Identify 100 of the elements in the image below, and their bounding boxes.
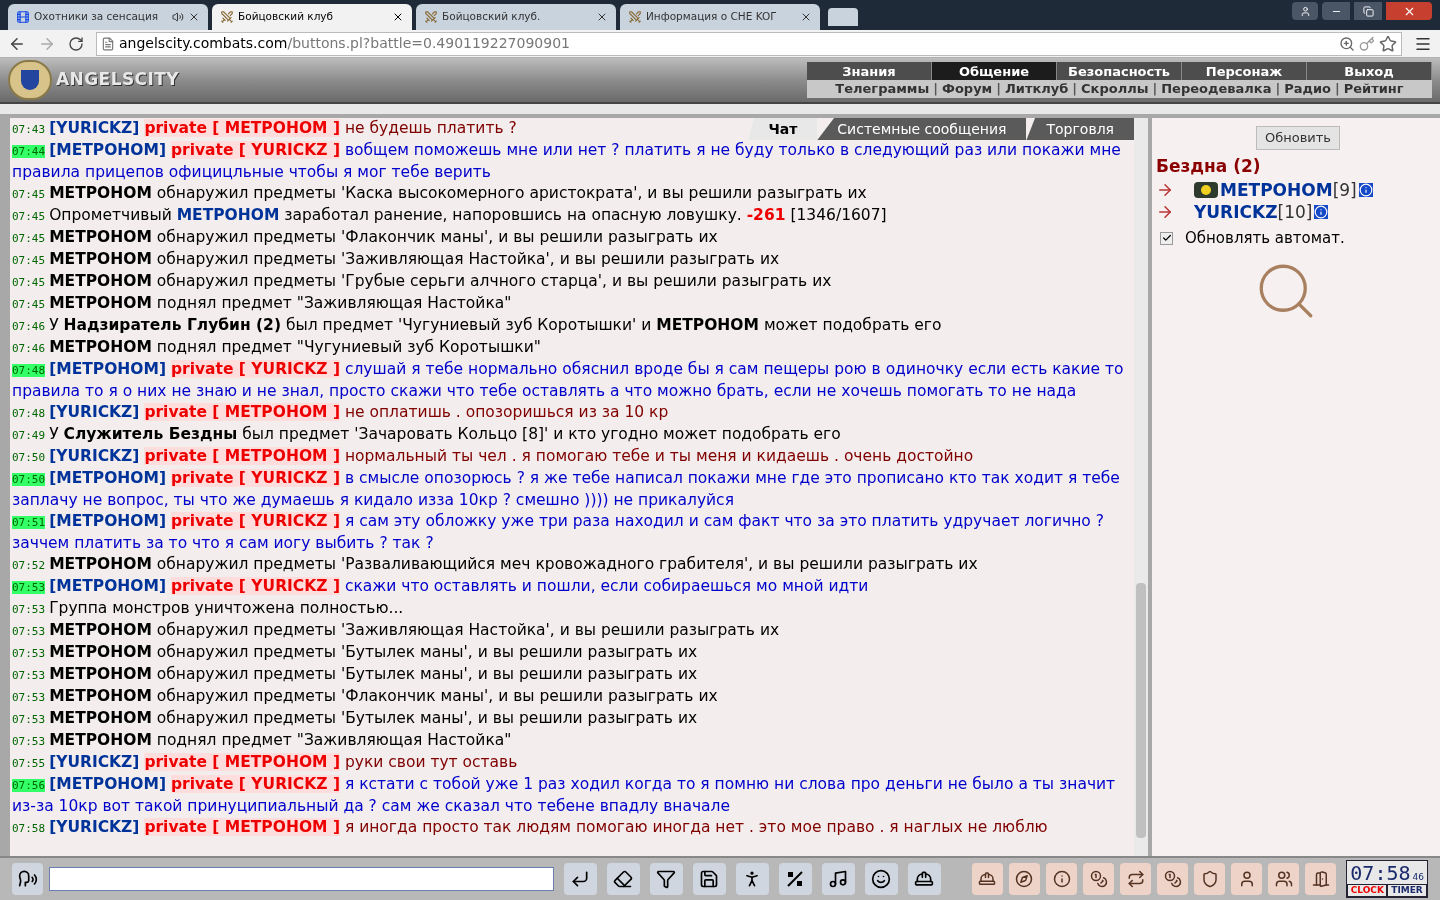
site-logo: ANGELSCITY — [56, 68, 179, 92]
swords-icon — [220, 10, 234, 24]
exit-door-icon[interactable] — [1305, 863, 1337, 895]
system-message: 07:53 METPOHOM обнаружил предметы 'Бутылек маны', и вы решили разыграть их — [12, 664, 699, 685]
separator: | — [996, 80, 1001, 99]
browser-tab[interactable]: Бойцовский клуб — [212, 4, 412, 30]
submenu-link[interactable]: Радио — [1284, 79, 1331, 99]
close-icon[interactable] — [800, 11, 812, 23]
coins-icon[interactable] — [1083, 863, 1115, 895]
smile-icon[interactable] — [864, 863, 898, 895]
close-icon[interactable] — [596, 11, 608, 23]
clock-time: 07:58 — [1350, 862, 1411, 884]
browser-tab[interactable]: Информация о CHE KOГ — [620, 4, 820, 30]
swords-icon — [424, 10, 438, 24]
browser-tab[interactable]: Бойцовский клуб. — [416, 4, 616, 30]
chat-message: 07:55 [YURICKZ] private [ METPOHOM ] руки свои тут оставь — [12, 752, 519, 773]
submenu-link[interactable]: Телеграммы — [835, 79, 930, 99]
menu-tab[interactable]: Безопасность — [1057, 61, 1182, 82]
url-text: angelscity.combats.com/buttons.pl?battle=0.490119227090901 — [119, 34, 570, 53]
system-message: 07:49 У Служитель Бездны был предмет 'Зачаровать Кольцо [8]' и кто угодно может подобрать его — [12, 424, 842, 445]
speaking-head-icon[interactable] — [12, 863, 44, 895]
submenu-link[interactable]: Переодевалка — [1161, 79, 1272, 99]
browser-tab[interactable]: Охотники за сенсация — [8, 4, 208, 30]
menu-tab[interactable]: Персонаж — [1182, 61, 1307, 82]
separator: | — [1072, 80, 1078, 99]
shield-icon[interactable] — [1194, 863, 1226, 895]
key-icon[interactable] — [1359, 35, 1375, 52]
system-message: 07:45 METPOHOM обнаружил предметы 'Грубые серьги алчного старца', и вы решили разыграть их — [12, 271, 833, 292]
speaker-icon — [172, 11, 184, 23]
system-message: 07:52 METPOHOM обнаружил предметы 'Разваливающийся меч кровожадного грабителя', и вы решили разыграть их — [12, 554, 979, 575]
page-icon — [101, 36, 115, 51]
exchange-icon[interactable] — [1120, 863, 1152, 895]
separator: | — [1152, 80, 1158, 99]
chat-message: 07:48 [METPOHOM] private [ YURICKZ ] слушай я тебе нормально обяснил вроде бы я сам пещеры рою в одиночку если есть какие то правила то я о них не знаю и не знал, просто скажи что тебе оставлять а что можно брать, если не хочешь помогать то не нада — [12, 359, 1125, 402]
chat-tab[interactable]: Системные сообщения — [817, 118, 1027, 140]
system-message: 07:53 METPOHOM обнаружил предметы 'Бутылек маны', и вы решили разыграть их — [12, 708, 699, 729]
film-icon — [16, 10, 30, 24]
chat-message: 07:58 [YURICKZ] private [ METPOHOM ] я иногда просто так людям помогаю иногда нет . это мое право . я наглых не люблю — [12, 817, 1049, 838]
zoom-icon[interactable] — [1339, 35, 1355, 52]
filter-icon[interactable] — [649, 863, 683, 895]
tab-title: Бойцовский клуб — [238, 9, 335, 25]
close-icon[interactable] — [188, 11, 200, 23]
scrollbar[interactable] — [1134, 118, 1148, 856]
info-icon[interactable] — [1314, 205, 1329, 219]
menu-tab[interactable]: Выход — [1307, 61, 1432, 82]
shield-logo-icon — [8, 60, 52, 100]
chat-message: 07:48 [YURICKZ] private [ METPOHOM ] не оплатишь . опозоришься из за 10 кр — [12, 402, 670, 423]
submenu-link[interactable]: Скроллы — [1081, 79, 1149, 99]
helmet-icon[interactable] — [907, 863, 941, 895]
separator: | — [1335, 80, 1340, 99]
auto-refresh-checkbox[interactable] — [1160, 231, 1173, 245]
system-message: 07:53 METPOHOM обнаружил предметы 'Бутылек маны', и вы решили разыграть их — [12, 642, 699, 663]
bookmark-star-icon[interactable] — [1379, 34, 1397, 53]
scroll-thumb[interactable] — [1136, 583, 1146, 838]
player-level: [9] — [1332, 179, 1357, 201]
system-message: 07:45 METPOHOM поднял предмет "Заживляющая Настойка" — [12, 293, 513, 314]
system-message: 07:53 METPOHOM поднял предмет "Заживляющая Настойка" — [12, 730, 513, 751]
submenu-link[interactable]: Литклуб — [1005, 79, 1069, 99]
clock-tab[interactable]: CLOCK — [1347, 884, 1388, 897]
swords-icon — [628, 10, 642, 24]
compass-icon[interactable] — [1008, 863, 1040, 895]
chat-message: 07:50 [YURICKZ] private [ METPOHOM ] нормальный ты чел . я помогаю тебе и ты меня и кидаешь . очень достойно — [12, 446, 975, 467]
chat-message: 07:44 [METPOHOM] private [ YURICKZ ] вобщем поможешь мне или нет ? платить я не буду только в следующий раз или покажи мне правила прицепов официцльные чтобы я мог тебе верить — [12, 140, 1122, 183]
system-message: 07:53 METPOHOM обнаружил предметы 'Заживляющая Настойка', и вы решили разыграть их — [12, 620, 781, 641]
chat-input[interactable] — [49, 867, 554, 891]
music-icon[interactable] — [821, 863, 855, 895]
close-icon[interactable] — [392, 11, 404, 23]
chat-tab[interactable]: Торговля — [1026, 118, 1134, 140]
restore-icon[interactable] — [1362, 5, 1374, 17]
submenu-link[interactable]: Форум — [942, 79, 993, 99]
system-message: 07:45 METPOHOM обнаружил предметы 'Каска высокомерного аристократа', и вы решили разыграть их — [12, 183, 868, 204]
submenu-link[interactable]: Рейтинг — [1343, 79, 1404, 99]
tab-title: Бойцовский клуб. — [442, 9, 542, 25]
system-message: 07:45 METPOHOM обнаружил предметы 'Заживляющая Настойка', и вы решили разыграть их — [12, 249, 781, 270]
eraser-icon[interactable] — [606, 863, 640, 895]
room-title: Бездна (2) — [1156, 154, 1262, 178]
enter-icon[interactable] — [563, 863, 597, 895]
timer-tab[interactable]: TIMER — [1387, 884, 1427, 897]
system-message: 07:53 Группа монстров уничтожена полностью... — [12, 598, 405, 619]
info-icon[interactable] — [1358, 183, 1373, 197]
separator: | — [933, 80, 938, 99]
refresh-button[interactable]: Обновить — [1255, 126, 1341, 150]
chat-message: 07:56 [METPOHOM] private [ YURICKZ ] я кстати с тобой уже 1 раз ходил когда то я помню ни слова про деньги не было а ты значит из-за 10кр вот такой принуципиальный да ? сам же сказал что тебене впадлу вначале — [12, 774, 1117, 817]
clock-seconds: 46 — [1412, 871, 1424, 884]
attack-arrow-icon[interactable] — [1156, 203, 1174, 221]
profile-icon[interactable] — [1299, 5, 1311, 17]
floppy-icon[interactable] — [692, 863, 726, 895]
chat-tab[interactable]: Чат — [748, 118, 818, 140]
reload-icon[interactable] — [68, 35, 84, 52]
tab-title: Информация о CHE KOГ — [646, 9, 778, 25]
address-bar[interactable]: angelscity.combats.com/buttons.pl?battle=0.490119227090901 — [96, 31, 1402, 56]
menu-tab[interactable]: Знания — [807, 61, 932, 82]
separator: | — [1275, 80, 1281, 99]
player-name[interactable]: YURICKZ — [1194, 201, 1278, 223]
menu-tab[interactable]: Общение — [932, 61, 1057, 82]
user-icon[interactable] — [1231, 863, 1263, 895]
group-icon[interactable] — [1268, 863, 1300, 895]
player-name[interactable]: METPOHOM — [1220, 179, 1333, 201]
checkbox-label: Обновлять автомат. — [1185, 228, 1345, 249]
attack-arrow-icon[interactable] — [1156, 181, 1174, 199]
